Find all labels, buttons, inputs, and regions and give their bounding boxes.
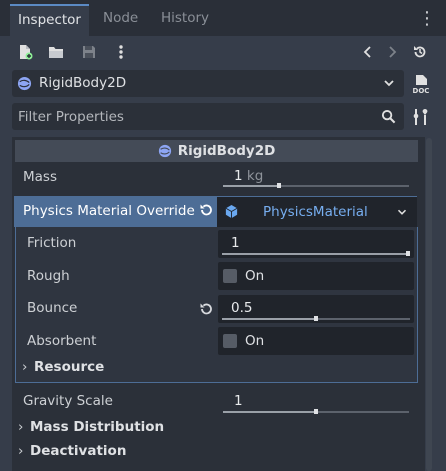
- chevron-right-icon: ›: [22, 359, 28, 375]
- tab-node[interactable]: Node: [95, 4, 146, 36]
- tab-inspector[interactable]: Inspector: [10, 4, 89, 36]
- tab-menu-icon[interactable]: ⋮: [418, 8, 436, 30]
- friction-spinbox[interactable]: 1: [218, 230, 414, 258]
- bounce-slider: [222, 316, 410, 321]
- filter-properties-field[interactable]: [12, 103, 404, 130]
- mass-unit: kg: [246, 168, 264, 184]
- absorbent-checkbox[interactable]: On: [218, 327, 414, 355]
- friction-slider: [222, 251, 410, 256]
- rigidbody-icon: [158, 143, 172, 165]
- rough-checkbox-label: On: [245, 268, 265, 284]
- rough-label: Rough: [27, 268, 70, 284]
- cube-icon: [224, 204, 239, 223]
- save-icon[interactable]: [79, 42, 99, 62]
- bounce-label: Bounce: [27, 300, 78, 316]
- object-selector[interactable]: RigidBody2D: [12, 70, 404, 97]
- absorbent-label: Absorbent: [27, 333, 97, 349]
- folder-open-icon[interactable]: [46, 42, 66, 62]
- deactivation-section[interactable]: › Deactivation: [18, 442, 126, 460]
- mass-slider: [223, 183, 409, 188]
- absorbent-checkbox-box[interactable]: [223, 334, 237, 348]
- physics-material-resource-picker[interactable]: PhysicsMaterial: [217, 197, 417, 227]
- rigidbody-icon: [17, 76, 32, 95]
- tools-icon[interactable]: [411, 107, 431, 127]
- chevron-right-icon: ›: [18, 443, 24, 459]
- absorbent-checkbox-label: On: [245, 333, 265, 349]
- mass-label: Mass: [23, 169, 57, 185]
- object-selector-label: RigidBody2D: [39, 75, 127, 91]
- chevron-down-icon[interactable]: [381, 75, 397, 95]
- chevron-left-icon[interactable]: [358, 42, 378, 62]
- search-icon: [381, 109, 396, 128]
- resource-section[interactable]: › Resource: [22, 358, 104, 376]
- mass-distribution-label: Mass Distribution: [30, 419, 165, 435]
- revert-icon[interactable]: [198, 202, 216, 220]
- filter-properties-input[interactable]: [12, 103, 372, 130]
- more-options-icon[interactable]: [111, 42, 131, 62]
- gravity-scale-label: Gravity Scale: [23, 393, 113, 409]
- chevron-right-icon: ›: [18, 419, 24, 435]
- deactivation-label: Deactivation: [30, 443, 127, 459]
- history-icon[interactable]: [410, 42, 430, 62]
- mass-value: 1: [234, 168, 243, 184]
- physics-material-resource-name: PhysicsMaterial: [263, 204, 368, 220]
- mass-spinbox[interactable]: 1 kg: [221, 164, 414, 189]
- documentation-icon[interactable]: DOC: [410, 73, 432, 95]
- class-header-label: RigidBody2D: [177, 143, 276, 159]
- class-header: RigidBody2D: [15, 140, 418, 162]
- resource-section-label: Resource: [34, 359, 105, 375]
- friction-label: Friction: [27, 235, 77, 251]
- chevron-right-icon[interactable]: [382, 42, 402, 62]
- rough-checkbox-box[interactable]: [223, 269, 237, 283]
- new-resource-icon[interactable]: [15, 42, 35, 62]
- gravity-scale-spinbox[interactable]: 1: [221, 389, 414, 415]
- physics-material-override-label: Physics Material Override: [23, 203, 195, 219]
- bounce-spinbox[interactable]: 0.5: [218, 295, 414, 323]
- chevron-down-icon[interactable]: [395, 205, 409, 223]
- inspector-scrollbar[interactable]: [426, 138, 432, 471]
- svg-text:DOC: DOC: [413, 87, 430, 95]
- rough-checkbox[interactable]: On: [218, 262, 414, 290]
- gravity-scale-slider: [223, 409, 409, 414]
- tab-history[interactable]: History: [153, 4, 217, 36]
- revert-icon[interactable]: [198, 301, 216, 319]
- mass-distribution-section[interactable]: › Mass Distribution: [18, 418, 164, 436]
